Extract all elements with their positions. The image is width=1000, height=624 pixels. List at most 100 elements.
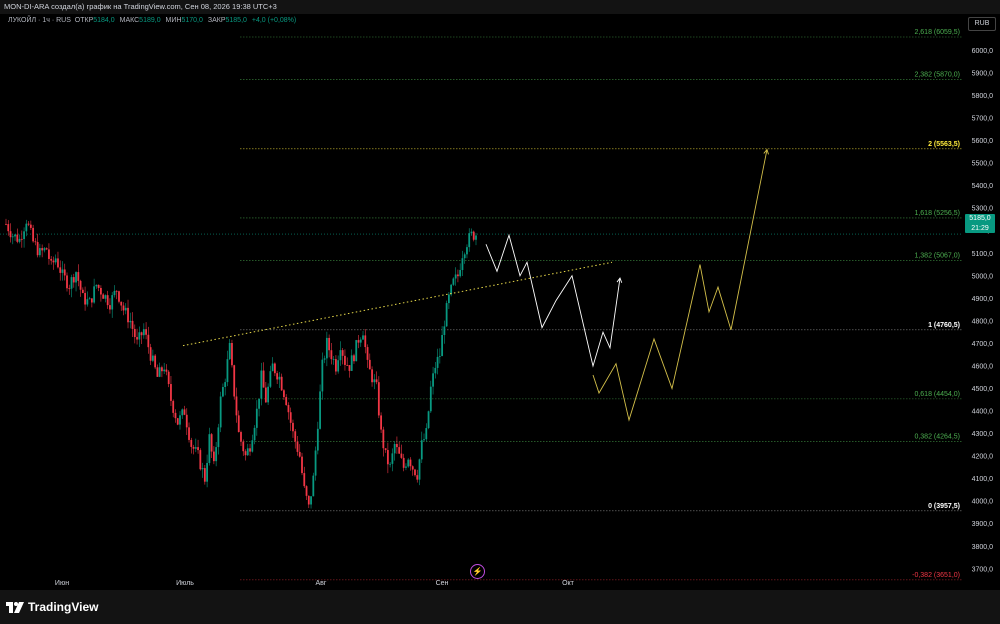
candle-body	[396, 444, 398, 448]
candle-body	[163, 369, 166, 372]
y-tick-label: 4900,0	[972, 296, 994, 303]
candle-body	[472, 231, 475, 240]
candle-body	[445, 303, 448, 327]
candle-body	[45, 248, 48, 250]
candle-body	[405, 466, 407, 468]
candle-body	[294, 431, 297, 442]
candle-body	[423, 439, 425, 441]
candle-body	[375, 379, 378, 383]
tradingview-logo[interactable]: TradingView	[6, 600, 98, 614]
candle-body	[432, 373, 434, 387]
candle-body	[18, 238, 21, 242]
candle-body	[142, 329, 145, 336]
fib-label: 1,382 (5067,0)	[914, 253, 960, 260]
candle-body	[59, 267, 62, 273]
candle-body	[77, 272, 80, 281]
candle-body	[129, 320, 132, 323]
tradingview-logo-icon	[6, 601, 24, 613]
x-tick-label: Июль	[176, 580, 194, 587]
candle-body	[255, 408, 258, 428]
y-tick-label: 5600,0	[972, 138, 994, 145]
candle-body	[289, 412, 292, 423]
candle-body	[194, 447, 197, 449]
candle-body	[249, 448, 251, 452]
fib-label: 1 (4760,5)	[928, 322, 960, 329]
price-axis: 3700,0 3800,0 3900,0 4000,0 4100,0 4200,0 4300…	[972, 48, 994, 573]
candle-body	[179, 415, 181, 425]
candle-body	[420, 440, 423, 460]
candle-body	[368, 359, 371, 370]
fib-label: -0,382 (3651,0)	[912, 572, 960, 579]
candle-body	[357, 340, 360, 343]
y-tick-label: 5700,0	[972, 116, 994, 123]
candle-body	[93, 286, 96, 303]
candle-body	[260, 370, 263, 399]
y-tick-label: 6000,0	[972, 48, 994, 55]
candlesticks	[5, 218, 477, 509]
candle-body	[149, 347, 152, 361]
candle-body	[242, 441, 245, 452]
candle-body	[463, 254, 466, 259]
candle-body	[447, 294, 450, 304]
candle-body	[323, 358, 326, 360]
candle-body	[43, 248, 46, 251]
candle-body	[280, 376, 283, 391]
price-chart[interactable]: 2,618 (6059,5) 2,382 (5870,0) 2 (5563,5) 1,…	[0, 14, 1000, 590]
candle-body	[301, 456, 303, 474]
candle-body	[253, 427, 256, 441]
lightning-icon[interactable]: ⚡	[470, 564, 485, 579]
candle-body	[219, 396, 222, 428]
candle-body	[262, 370, 265, 388]
candle-body	[57, 258, 59, 268]
candle-body	[350, 355, 353, 371]
candle-body	[88, 298, 91, 300]
candle-body	[106, 295, 109, 306]
y-tick-label: 4100,0	[972, 476, 994, 483]
candle-body	[391, 453, 394, 464]
candle-body	[346, 364, 349, 366]
candle-body	[271, 363, 274, 372]
candle-body	[145, 329, 147, 335]
candle-body	[438, 356, 441, 357]
y-tick-label: 5100,0	[972, 251, 994, 258]
candle-body	[165, 369, 168, 372]
candle-body	[292, 422, 294, 432]
candle-body	[287, 405, 290, 413]
fib-label: 0 (3957,5)	[928, 503, 960, 510]
candle-body	[79, 280, 82, 290]
candle-body	[237, 415, 240, 433]
candle-body	[228, 343, 231, 360]
candle-body	[36, 242, 39, 256]
candle-body	[174, 412, 177, 419]
candle-body	[151, 355, 154, 361]
candle-body	[434, 367, 437, 374]
candle-body	[124, 307, 127, 311]
candle-body	[111, 295, 114, 310]
candle-body	[20, 238, 23, 240]
candle-body	[5, 223, 7, 225]
candle-body	[307, 495, 310, 505]
candle-body	[452, 278, 455, 285]
candle-body	[348, 365, 351, 371]
candle-body	[251, 440, 254, 452]
candle-body	[337, 360, 340, 372]
footer-bar: TradingView	[0, 590, 1000, 624]
candle-body	[240, 432, 242, 442]
candle-body	[32, 227, 35, 242]
y-tick-label: 4700,0	[972, 341, 994, 348]
candle-body	[278, 376, 281, 380]
time-axis: Июн Июль Авг Сен Окт	[55, 580, 575, 587]
candle-body	[90, 298, 93, 303]
candle-body	[183, 409, 186, 415]
x-tick-label: Июн	[55, 580, 69, 587]
y-tick-label: 5800,0	[972, 93, 994, 100]
candle-body	[138, 332, 141, 340]
candle-body	[161, 367, 163, 372]
candle-body	[70, 277, 73, 289]
candle-body	[269, 371, 272, 387]
currency-label[interactable]: RUB	[968, 17, 996, 31]
y-tick-label: 5300,0	[972, 206, 994, 213]
candle-body	[475, 235, 477, 240]
candle-body	[468, 233, 471, 248]
candle-body	[172, 400, 175, 413]
